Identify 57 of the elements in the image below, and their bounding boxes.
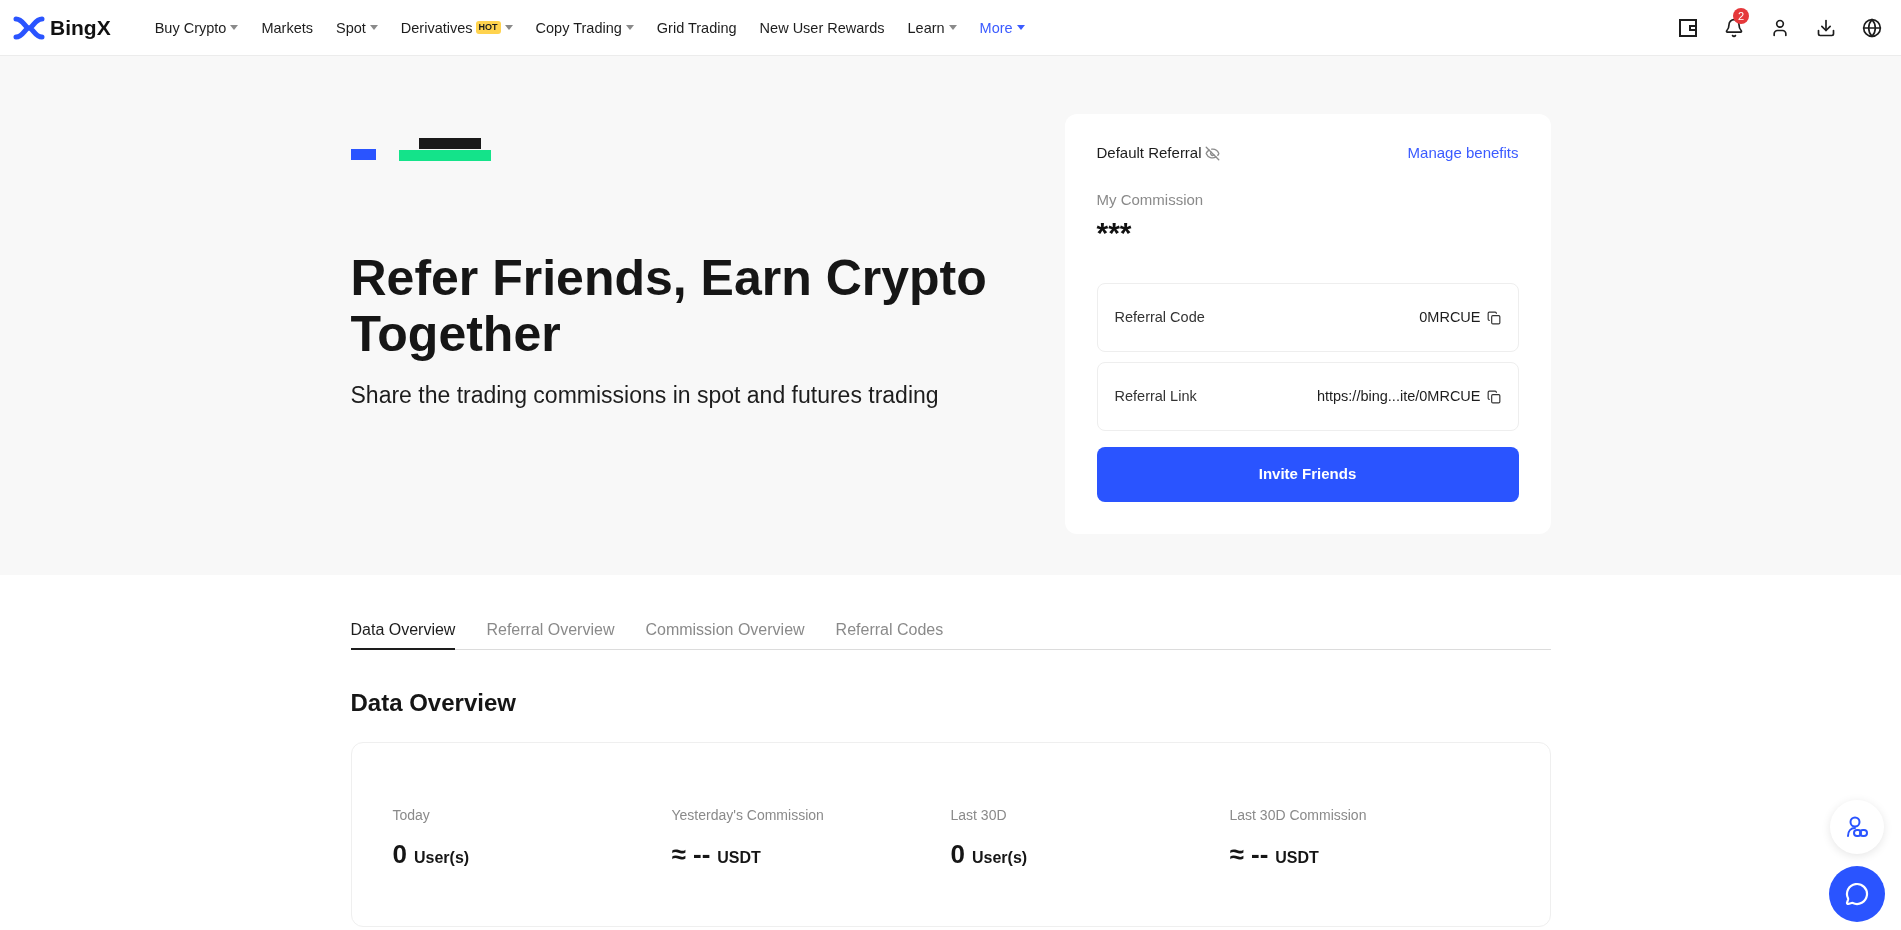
- hero-title: Refer Friends, Earn Crypto Together: [350, 250, 988, 362]
- stat-label: Last 30D: [950, 806, 1007, 825]
- nav-menu-item[interactable]: Copy Trading: [535, 17, 634, 38]
- download-button[interactable]: [1816, 17, 1836, 38]
- wallet-icon: [1678, 17, 1698, 38]
- field-value: https://bing...ite/0MRCUE: [1316, 386, 1481, 406]
- download-icon: [1816, 17, 1836, 38]
- commission-value: ***: [1096, 215, 1132, 251]
- manage-benefits-link[interactable]: Manage benefits: [1407, 142, 1519, 164]
- stat-value: 0: [950, 839, 965, 869]
- nav-menu-item[interactable]: Buy Crypto: [154, 17, 239, 38]
- stat-unit: USDT: [717, 848, 761, 868]
- stat-unit: USDT: [1275, 848, 1319, 868]
- chat-button[interactable]: [1829, 866, 1885, 922]
- section-title: Data Overview: [350, 688, 516, 718]
- stat-label: Today: [392, 806, 430, 825]
- field-label: Referral Code: [1114, 307, 1205, 327]
- hero-subtitle: Share the trading commissions in spot and futures trading: [350, 381, 939, 410]
- user-link-icon: [1845, 815, 1869, 839]
- stat-unit: User(s): [413, 848, 470, 868]
- stat-label: Yesterday's Commission: [671, 806, 824, 825]
- stat-value: ≈ --: [671, 839, 711, 869]
- stat-unit: User(s): [971, 848, 1028, 868]
- copy-icon[interactable]: [1486, 310, 1501, 325]
- notification-badge: 2: [1733, 7, 1749, 24]
- chat-bubble-icon: [1845, 882, 1869, 906]
- referral-helper-button[interactable]: [1830, 800, 1884, 854]
- stat-label: Last 30D Commission: [1229, 806, 1367, 825]
- nav-menu-item[interactable]: Spot: [336, 17, 378, 38]
- globe-icon: [1862, 17, 1882, 38]
- nav-menu-item[interactable]: More: [979, 17, 1025, 38]
- eye-slash-icon[interactable]: [1204, 145, 1220, 161]
- nav-menu-item[interactable]: New User Rewards: [759, 17, 885, 38]
- notifications-button[interactable]: 2: [1724, 7, 1749, 38]
- overview-tab[interactable]: Referral Overview: [486, 620, 615, 650]
- overview-tab[interactable]: Commission Overview: [645, 620, 805, 650]
- overview-tab[interactable]: Data Overview: [350, 620, 456, 650]
- commission-label: My Commission: [1096, 190, 1204, 210]
- language-button[interactable]: [1862, 17, 1882, 38]
- nav-menu-item[interactable]: Grid Trading: [656, 17, 737, 38]
- user-icon: [1770, 17, 1790, 38]
- copy-icon[interactable]: [1486, 389, 1501, 404]
- field-label: Referral Link: [1114, 386, 1197, 406]
- logo-link[interactable]: BingX: [13, 15, 111, 40]
- hot-badge: HOT: [475, 21, 501, 34]
- nav-menu-item[interactable]: Derivatives HOT: [400, 17, 513, 38]
- x-logo-icon: [13, 15, 45, 40]
- stat-value: 0: [392, 839, 407, 869]
- stat-value: ≈ --: [1229, 839, 1269, 869]
- overview-tab[interactable]: Referral Codes: [835, 620, 944, 650]
- account-button[interactable]: [1770, 17, 1790, 38]
- wallet-button[interactable]: [1678, 17, 1698, 38]
- nav-menu-item[interactable]: Learn: [907, 17, 957, 38]
- invite-friends-button[interactable]: Invite Friends: [1096, 447, 1519, 502]
- nav-menu-item[interactable]: Markets: [261, 17, 313, 38]
- field-value: 0MRCUE: [1419, 307, 1481, 327]
- card-title: Default Referral: [1096, 143, 1202, 163]
